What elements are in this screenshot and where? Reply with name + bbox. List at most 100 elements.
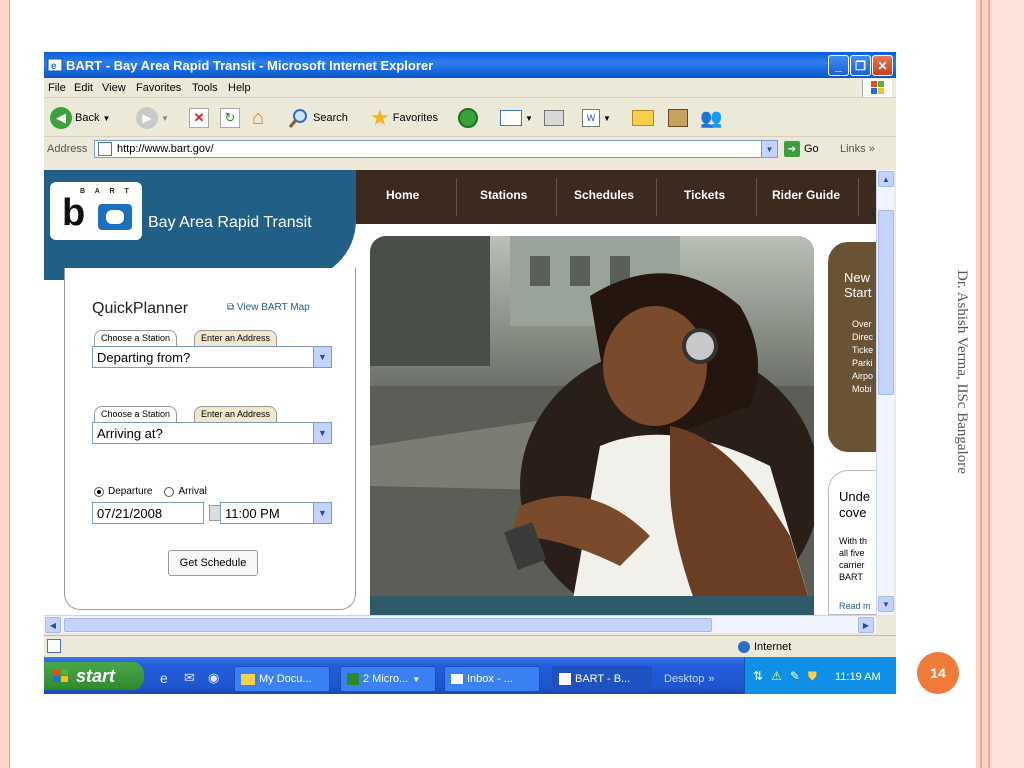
hero-image: [370, 236, 814, 615]
task-my-documents[interactable]: My Docu...: [234, 666, 330, 692]
nav-home[interactable]: Home: [386, 188, 419, 202]
quickplanner-title: QuickPlanner: [92, 300, 189, 317]
security-tray-icon[interactable]: ⚠: [771, 669, 782, 684]
history-button[interactable]: [458, 106, 478, 130]
date-input[interactable]: 07/21/2008: [92, 502, 225, 524]
hero-photo: [370, 236, 814, 615]
nav-rider-guide[interactable]: Rider Guide: [772, 188, 840, 202]
arriving-select[interactable]: Arriving at? ▼: [92, 422, 332, 444]
news-panel: New Start Over Direc Ticke Parki Airpo Mo…: [828, 242, 876, 452]
nav-schedules[interactable]: Schedules: [574, 188, 634, 202]
menu-view[interactable]: View: [102, 82, 126, 94]
search-button[interactable]: Search: [288, 106, 348, 130]
vertical-scrollbar[interactable]: ▲ ▼: [876, 170, 894, 615]
links-button[interactable]: Links »: [840, 143, 875, 155]
word-icon: W: [582, 109, 600, 127]
nav-stations[interactable]: Stations: [480, 188, 527, 202]
task-microsoft[interactable]: 2 Micro... ▼: [340, 666, 436, 692]
menu-help[interactable]: Help: [228, 82, 251, 94]
coverage-panel: Unde cove With th all five carrier BART R…: [828, 470, 876, 615]
mail-icon: [451, 674, 463, 684]
go-button[interactable]: ➜ Go: [784, 141, 819, 157]
tab-choose-station-from[interactable]: Choose a Station: [94, 330, 178, 346]
research-button[interactable]: [668, 106, 688, 130]
arrival-radio[interactable]: [164, 486, 175, 497]
print-icon: [544, 110, 564, 126]
menu-favorites[interactable]: Favorites: [136, 82, 181, 94]
back-arrow-icon: ◀: [50, 107, 72, 129]
excel-icon: [347, 673, 359, 685]
minimize-button[interactable]: _: [828, 55, 849, 76]
mail-button[interactable]: ▼: [500, 106, 533, 130]
horizontal-scrollbar[interactable]: ◀ ▶: [44, 615, 876, 633]
time-select[interactable]: 11:00 PM ▼: [220, 502, 332, 524]
menu-file[interactable]: File: [48, 82, 66, 94]
go-arrow-icon: ➜: [784, 141, 800, 157]
windows-flag-icon: [53, 669, 68, 682]
tab-enter-address-from[interactable]: Enter an Address: [194, 330, 278, 346]
title-bar: e BART - Bay Area Rapid Transit - Micros…: [44, 52, 896, 78]
tray-app-icon[interactable]: ✎: [790, 669, 800, 684]
address-label: Address: [47, 143, 88, 155]
refresh-button[interactable]: ↻: [220, 106, 240, 130]
home-icon: ⌂: [252, 106, 265, 129]
address-dropdown-icon[interactable]: ▼: [761, 141, 777, 157]
get-schedule-button[interactable]: Get Schedule: [168, 550, 258, 576]
forward-arrow-icon: ▶: [136, 107, 158, 129]
folder-icon: [241, 673, 255, 685]
address-input[interactable]: http://www.bart.gov/ ▼: [94, 140, 778, 158]
bart-logo[interactable]: B A R T b: [50, 182, 142, 240]
departure-arrival-radios: Departure Arrival: [94, 486, 207, 497]
site-nav: Home Stations Schedules Tickets Rider Gu…: [356, 170, 876, 224]
scroll-right-icon[interactable]: ▶: [858, 617, 874, 633]
system-tray: ⇅ ⚠ ✎ ⛊ 11:19 AM: [744, 657, 896, 694]
edit-button[interactable]: W ▼: [582, 106, 611, 130]
stop-button[interactable]: ✕: [189, 106, 209, 130]
departing-select[interactable]: Departing from? ▼: [92, 346, 332, 368]
ie-window: e BART - Bay Area Rapid Transit - Micros…: [44, 52, 896, 694]
folder-button[interactable]: [632, 106, 654, 130]
quicklaunch-mail-icon[interactable]: ✉: [184, 670, 195, 686]
web-page: Home Stations Schedules Tickets Rider Gu…: [44, 170, 876, 615]
desktop-toolbar[interactable]: Desktop »: [658, 666, 738, 692]
scroll-down-icon[interactable]: ▼: [878, 596, 894, 612]
scroll-thumb[interactable]: [878, 210, 894, 395]
forward-button[interactable]: ▶ ▼: [136, 106, 169, 130]
print-button[interactable]: [544, 106, 564, 130]
task-inbox[interactable]: Inbox - ...: [444, 666, 540, 692]
security-zone: Internet: [738, 641, 791, 653]
departure-radio[interactable]: [94, 486, 104, 497]
home-button[interactable]: ⌂: [252, 106, 264, 130]
chevron-down-icon: ▼: [313, 503, 331, 523]
hscroll-thumb[interactable]: [64, 618, 712, 632]
quicklaunch-browser-icon[interactable]: ◉: [208, 670, 219, 686]
tab-choose-station-to[interactable]: Choose a Station: [94, 406, 178, 422]
quicklaunch-ie-icon[interactable]: e: [160, 670, 168, 686]
messenger-button[interactable]: 👥: [700, 106, 722, 130]
read-more-link[interactable]: Read m: [839, 601, 871, 611]
menu-tools[interactable]: Tools: [192, 82, 218, 94]
page-number: 14: [917, 652, 959, 694]
back-button[interactable]: ◀ Back ▼: [50, 106, 110, 130]
close-button[interactable]: ✕: [872, 55, 893, 76]
ie-icon: [559, 673, 571, 685]
view-map-link[interactable]: ⧉ View BART Map: [227, 302, 310, 313]
books-icon: [668, 109, 688, 127]
menu-edit[interactable]: Edit: [74, 82, 93, 94]
chevron-down-icon: ▼: [313, 423, 331, 443]
task-bart[interactable]: BART - B...: [552, 666, 652, 692]
scroll-up-icon[interactable]: ▲: [878, 171, 894, 187]
favorites-button[interactable]: ★ Favorites: [370, 105, 438, 130]
slide-right-border: [976, 0, 1024, 768]
slide: Dr. Ashish Verma, IISc Bangalore 14 e BA…: [0, 0, 1024, 768]
network-icon[interactable]: ⇅: [753, 669, 763, 684]
tab-enter-address-to[interactable]: Enter an Address: [194, 406, 278, 422]
chevron-down-icon: ▼: [313, 347, 331, 367]
address-bar: Address http://www.bart.gov/ ▼ ➜ Go Link…: [44, 138, 896, 160]
stop-icon: ✕: [189, 108, 209, 128]
maximize-button[interactable]: ❐: [850, 55, 871, 76]
scroll-left-icon[interactable]: ◀: [45, 617, 61, 633]
nav-tickets[interactable]: Tickets: [684, 188, 725, 202]
start-button[interactable]: start: [44, 662, 144, 690]
shield-icon[interactable]: ⛊: [808, 669, 817, 684]
